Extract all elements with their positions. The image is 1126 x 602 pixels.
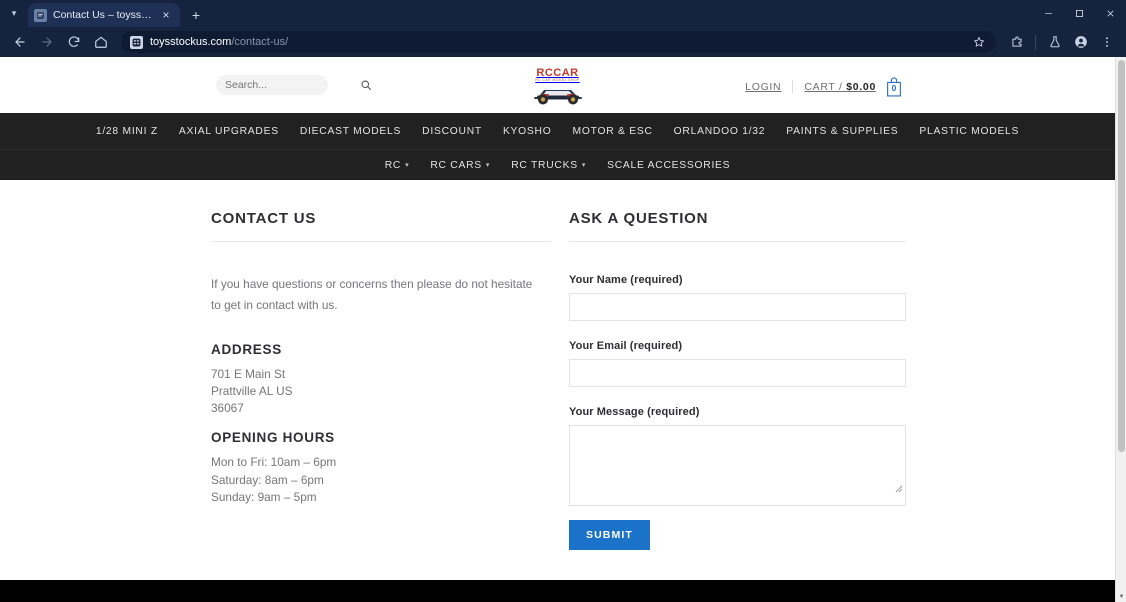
- message-field-label: Your Message (required): [569, 406, 700, 418]
- nav-item-orlandoo[interactable]: ORLANDOO 1/32: [674, 126, 766, 137]
- reload-icon[interactable]: [61, 30, 86, 55]
- address-line: 36067: [211, 401, 244, 415]
- email-field-label: Your Email (required): [569, 340, 683, 352]
- chevron-down-icon: ▾: [485, 162, 491, 169]
- browser-toolbar: toysstockus.com/contact-us/: [0, 27, 1126, 57]
- address-bar[interactable]: toysstockus.com/contact-us/: [121, 31, 996, 53]
- nav-item-rc-label: RC: [384, 159, 402, 171]
- rc-car-logo-icon: [533, 90, 582, 105]
- nav-item-axial-upgrades[interactable]: AXIAL UPGRADES: [179, 126, 279, 137]
- three-dot-menu-icon[interactable]: [1094, 30, 1119, 55]
- message-field-wrapper: [569, 425, 906, 506]
- cart-label: CART /: [804, 80, 843, 93]
- form-title: ASK A QUESTION: [569, 210, 709, 227]
- address-heading: ADDRESS: [211, 342, 282, 357]
- chevron-down-icon: ▾: [405, 162, 410, 169]
- url-path: /contact-us/: [231, 36, 289, 48]
- nav-item-rc-trucks-label: RC TRUCKS: [511, 159, 578, 171]
- message-field[interactable]: [569, 425, 906, 506]
- browser-tab-strip: ▾ Contact Us – toysstockus.com × +: [0, 0, 1126, 27]
- hours-line: Saturday: 8am – 6pm: [211, 472, 324, 487]
- nav-item-motor-esc[interactable]: MOTOR & ESC: [573, 126, 653, 137]
- hours-line: Mon to Fri: 10am – 6pm: [211, 455, 337, 469]
- nav-item-scale-accessories[interactable]: SCALE ACCESSORIES: [607, 160, 730, 171]
- header-account-area: LOGIN CART / $0.00 0: [745, 76, 903, 97]
- address-line: Prattville AL US: [211, 384, 293, 398]
- page-scrollbar[interactable]: ▲ ▼: [1115, 57, 1126, 602]
- page-favicon-icon: [34, 8, 47, 22]
- profile-avatar-icon[interactable]: [1068, 30, 1093, 55]
- browser-tab-title: Contact Us – toysstockus.com: [53, 9, 152, 21]
- nav-item-rc[interactable]: RC ▾: [385, 160, 410, 171]
- cart-total: $0.00: [846, 80, 876, 93]
- email-field[interactable]: [569, 359, 906, 387]
- site-footer: [0, 580, 1115, 602]
- nav-item-paints-supplies[interactable]: PAINTS & SUPPLIES: [786, 126, 898, 137]
- submit-button[interactable]: SUBMIT: [569, 520, 650, 550]
- title-divider: [211, 241, 551, 242]
- name-field-label: Your Name (required): [569, 274, 683, 286]
- site-header: RCCAR RC CAR MODEL SHOP: [0, 57, 1115, 113]
- nav-item-rc-cars-label: RC CARS: [430, 159, 482, 171]
- nav-item-plastic-models[interactable]: PLASTIC MODELS: [919, 126, 1019, 137]
- forward-arrow-icon[interactable]: [34, 30, 59, 55]
- new-tab-button[interactable]: +: [188, 7, 204, 23]
- form-title-divider: [569, 241, 906, 242]
- name-field[interactable]: [569, 293, 906, 321]
- page-viewport: RCCAR RC CAR MODEL SHOP: [0, 57, 1126, 602]
- site-settings-icon[interactable]: [130, 35, 143, 49]
- primary-navigation: 1/28 MINI Z AXIAL UPGRADES DIECAST MODEL…: [0, 113, 1115, 149]
- nav-item-discount[interactable]: DISCOUNT: [422, 126, 482, 137]
- flask-icon[interactable]: [1042, 30, 1067, 55]
- page-content: CONTACT US If you have questions or conc…: [0, 180, 1115, 550]
- close-tab-icon[interactable]: ×: [158, 7, 174, 23]
- nav-item-kyosho[interactable]: KYOSHO: [503, 126, 552, 137]
- site-logo[interactable]: RCCAR RC CAR MODEL SHOP: [522, 67, 594, 105]
- login-link[interactable]: LOGIN: [745, 81, 792, 93]
- site-search[interactable]: [216, 75, 371, 95]
- address-block: ADDRESS 701 E Main St Prattville AL US 3…: [211, 342, 551, 417]
- nav-item-rc-trucks[interactable]: RC TRUCKS ▾: [511, 160, 586, 171]
- contact-form-column: ASK A QUESTION Your Name (required) Your…: [569, 210, 906, 550]
- tab-list-chevron-icon[interactable]: ▾: [0, 0, 28, 27]
- browser-window: ▾ Contact Us – toysstockus.com × +: [0, 0, 1126, 602]
- hours-line: Sunday: 9am – 5pm: [211, 490, 317, 504]
- nav-item-diecast-models[interactable]: DIECAST MODELS: [300, 126, 401, 137]
- address-bar-url: toysstockus.com/contact-us/: [150, 36, 288, 48]
- search-input[interactable]: [225, 79, 360, 91]
- nav-item-rc-cars[interactable]: RC CARS ▾: [430, 160, 490, 171]
- toolbar-right-icons: [1004, 30, 1119, 55]
- contact-info-column: CONTACT US If you have questions or conc…: [211, 210, 551, 550]
- home-icon[interactable]: [88, 30, 113, 55]
- opening-hours-block: OPENING HOURS Mon to Fri: 10am – 6pm Sat…: [211, 430, 551, 507]
- cart-link[interactable]: CART / $0.00: [793, 81, 876, 93]
- toolbar-divider: [1035, 34, 1036, 50]
- maximize-window-button[interactable]: [1064, 0, 1095, 27]
- window-controls: [1033, 0, 1126, 27]
- cart-bag-icon[interactable]: 0: [885, 76, 903, 97]
- minimize-window-button[interactable]: [1033, 0, 1064, 27]
- logo-tagline: RC CAR MODEL SHOP: [535, 78, 580, 82]
- chevron-down-icon: ▾: [581, 162, 587, 169]
- opening-hours-heading: OPENING HOURS: [211, 430, 335, 445]
- intro-paragraph: If you have questions or concerns then p…: [211, 277, 533, 312]
- page-title: CONTACT US: [211, 210, 317, 227]
- url-domain: toysstockus.com: [150, 36, 232, 48]
- browser-tab[interactable]: Contact Us – toysstockus.com ×: [28, 3, 180, 27]
- bookmark-star-icon[interactable]: [971, 34, 987, 50]
- extensions-icon[interactable]: [1004, 30, 1029, 55]
- address-line: 701 E Main St: [211, 367, 286, 381]
- cart-count-badge: 0: [891, 83, 897, 93]
- scroll-down-arrow-icon[interactable]: ▼: [1116, 591, 1126, 602]
- nav-item-mini-z[interactable]: 1/28 MINI Z: [96, 126, 158, 137]
- back-arrow-icon[interactable]: [7, 30, 32, 55]
- web-page: RCCAR RC CAR MODEL SHOP: [0, 57, 1115, 602]
- scrollbar-thumb[interactable]: [1118, 60, 1125, 452]
- close-window-button[interactable]: [1095, 0, 1126, 27]
- search-icon[interactable]: [360, 79, 372, 91]
- contact-form: Your Name (required) Your Email (require…: [569, 274, 906, 550]
- search-box[interactable]: [216, 75, 371, 95]
- secondary-navigation: RC ▾ RC CARS ▾ RC TRUCKS ▾ SCALE ACCESSO…: [0, 149, 1115, 180]
